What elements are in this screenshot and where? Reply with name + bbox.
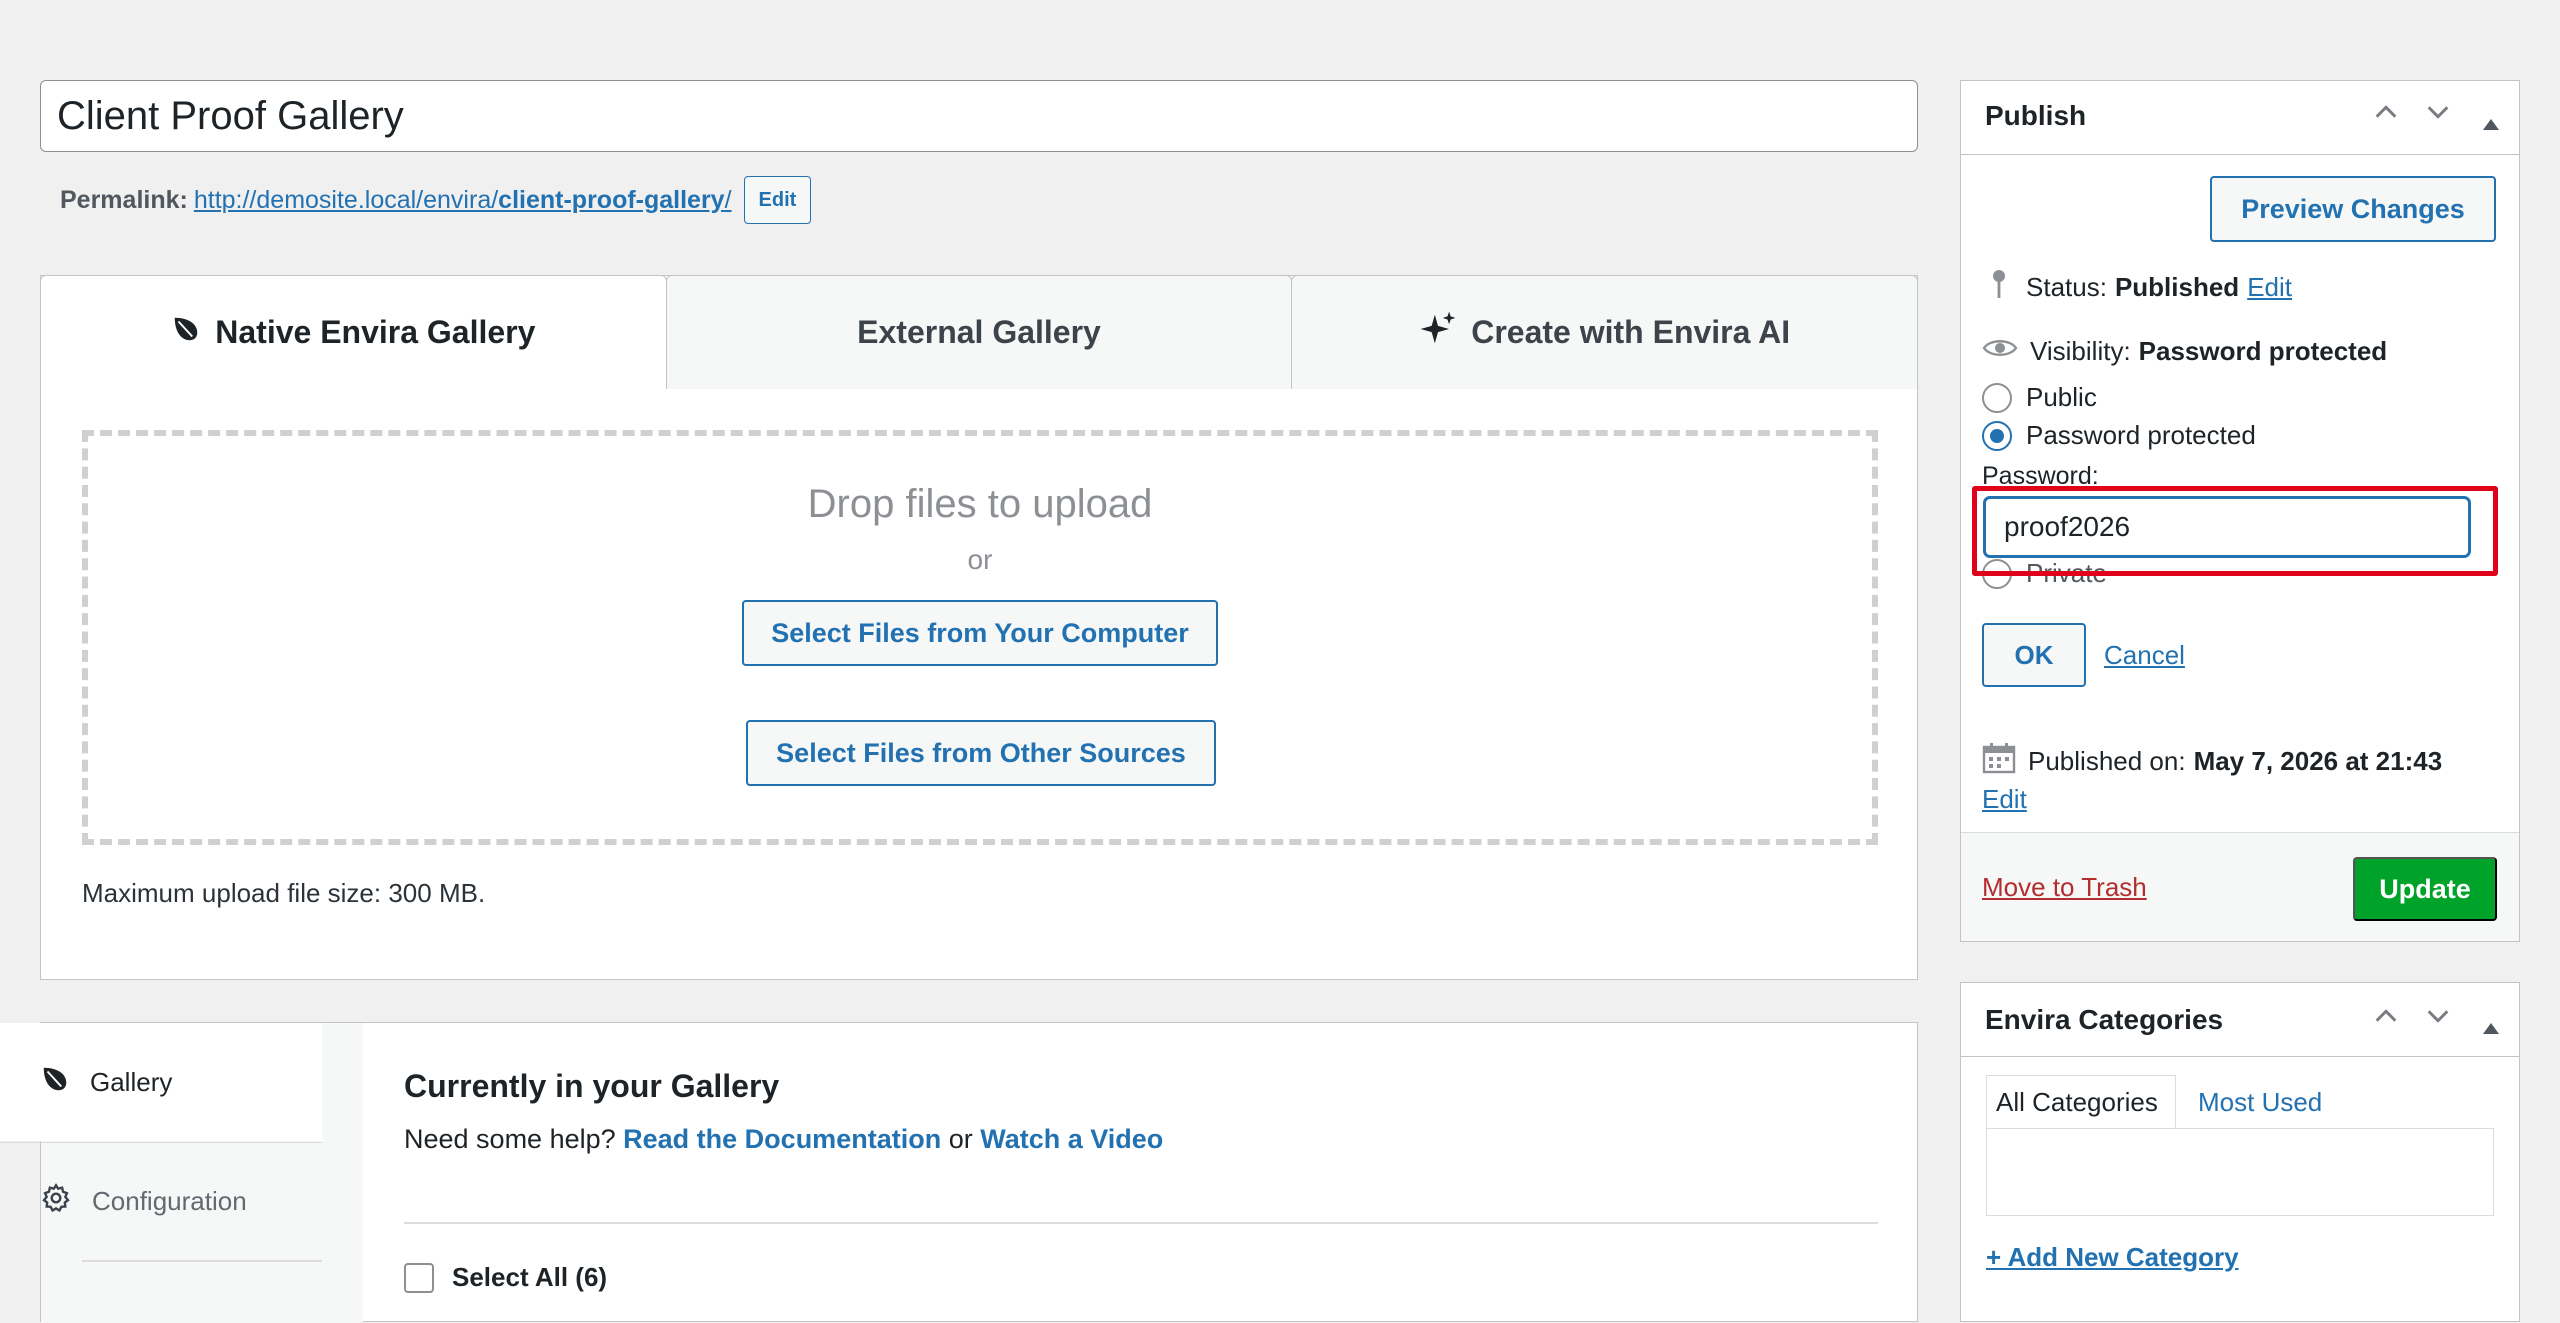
leaf-icon [171, 314, 201, 352]
permalink-link[interactable]: http://demosite.local/envira/client-proo… [194, 186, 732, 215]
visibility-cancel-link[interactable]: Cancel [2104, 640, 2185, 671]
radio-password-protected[interactable] [1982, 420, 2012, 451]
post-title-input[interactable] [40, 80, 1918, 152]
tab-label: Native Envira Gallery [215, 314, 536, 350]
select-all-label: Select All (6) [452, 1262, 608, 1292]
help-text: Need some help? Read the Documentation o… [404, 1124, 1163, 1155]
visibility-option-public[interactable]: Public [1982, 382, 2097, 413]
status-edit-link[interactable]: Edit [2247, 272, 2292, 303]
published-value: May 7, 2026 at 21:43 [2193, 746, 2443, 776]
calendar-icon [1982, 742, 2016, 781]
max-upload-size-text: Maximum upload file size: 300 MB. [82, 878, 486, 908]
move-up-icon[interactable] [2372, 1002, 2400, 1037]
tab-label: External Gallery [857, 314, 1101, 350]
permalink-slug: client-proof-gallery [498, 185, 725, 214]
tab-create-with-envira-ai[interactable]: Create with Envira AI [1291, 275, 1919, 389]
watch-video-link[interactable]: Watch a Video [980, 1124, 1163, 1154]
status-row: Status: Published Edit [1988, 268, 2292, 307]
radio-label: Public [2026, 382, 2097, 412]
published-on-row: Published on: May 7, 2026 at 21:43 [1982, 742, 2442, 781]
drop-or-text: or [967, 544, 993, 575]
gallery-section-title: Currently in your Gallery [404, 1068, 780, 1104]
eye-icon [1982, 336, 2018, 367]
visibility-label: Visibility: [2030, 336, 2131, 366]
update-button[interactable]: Update [2353, 857, 2497, 921]
move-to-trash-link[interactable]: Move to Trash [1982, 872, 2147, 903]
preview-changes-button[interactable]: Preview Changes [2210, 176, 2496, 242]
select-files-computer-button[interactable]: Select Files from Your Computer [742, 600, 1218, 666]
select-files-other-sources-button[interactable]: Select Files from Other Sources [746, 720, 1216, 786]
highlight-box [1972, 486, 2498, 576]
nav-item-label: Gallery [90, 1066, 173, 1097]
nav-item-label: Configuration [92, 1186, 247, 1216]
gear-icon [40, 1182, 72, 1221]
toggle-panel-icon[interactable] [2482, 1010, 2500, 1042]
radio-public[interactable] [1982, 382, 2012, 413]
help-prefix: Need some help? [404, 1124, 616, 1154]
nav-item-gallery[interactable]: Gallery [0, 1023, 322, 1141]
toggle-panel-icon[interactable] [2482, 106, 2500, 138]
add-new-category-link[interactable]: + Add New Category [1986, 1242, 2239, 1273]
radio-label: Password protected [2026, 420, 2256, 450]
nav-divider [82, 1260, 322, 1262]
move-up-icon[interactable] [2372, 98, 2400, 133]
move-down-icon[interactable] [2424, 1002, 2452, 1037]
section-divider [404, 1222, 1878, 1224]
permalink-label: Permalink: [60, 185, 188, 214]
permalink-edit-button[interactable]: Edit [743, 176, 812, 224]
published-edit-link[interactable]: Edit [1982, 784, 2027, 815]
visibility-ok-button[interactable]: OK [1982, 623, 2086, 687]
category-list [1986, 1128, 2494, 1216]
permalink-trail: / [724, 185, 732, 214]
status-label: Status: [2026, 272, 2107, 302]
leaf-icon [40, 1064, 70, 1101]
published-label: Published on: [2028, 746, 2186, 776]
select-all-checkbox[interactable] [404, 1262, 434, 1293]
read-documentation-link[interactable]: Read the Documentation [623, 1124, 941, 1154]
tab-external-gallery[interactable]: External Gallery [665, 275, 1293, 389]
tab-most-used[interactable]: Most Used [2198, 1087, 2322, 1118]
visibility-option-password[interactable]: Password protected [1982, 420, 2256, 451]
categories-title: Envira Categories [1985, 1004, 2224, 1035]
select-all-row[interactable]: Select All (6) [404, 1262, 607, 1293]
sparkles-icon [1419, 310, 1457, 356]
permalink-row: Permalink: http://demosite.local/envira/… [60, 176, 812, 224]
help-or: or [948, 1124, 973, 1154]
visibility-value: Password protected [2138, 336, 2388, 366]
move-down-icon[interactable] [2424, 98, 2452, 133]
nav-item-configuration[interactable]: Configuration [0, 1142, 322, 1260]
tab-label: Create with Envira AI [1471, 314, 1791, 350]
drop-files-title: Drop files to upload [807, 482, 1153, 526]
tab-native-envira-gallery[interactable]: Native Envira Gallery [40, 275, 667, 389]
publish-box-title: Publish [1985, 100, 2087, 131]
gallery-type-tabs: Native Envira Gallery External Gallery C… [40, 275, 1919, 389]
tab-all-categories-label[interactable]: All Categories [1996, 1087, 2158, 1118]
permalink-base: http://demosite.local/envira/ [193, 185, 499, 214]
status-value: Published [2114, 272, 2240, 302]
pin-icon [1988, 268, 2010, 307]
visibility-row: Visibility: Password protected [1982, 336, 2387, 367]
